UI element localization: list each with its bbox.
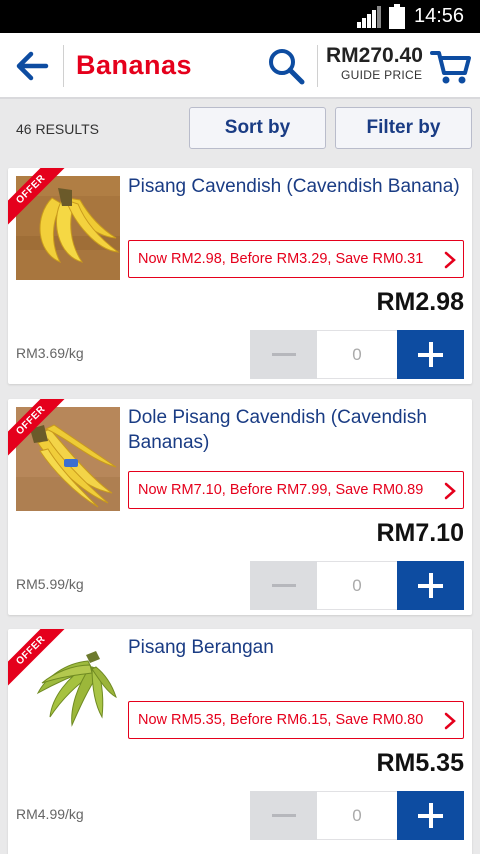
product-price: RM5.35 <box>376 749 464 777</box>
quantity-value[interactable]: 0 <box>317 561 397 610</box>
app-bar: Bananas RM270.40 GUIDE PRICE <box>0 33 480 99</box>
offer-text: Now RM5.35, Before RM6.15, Save RM0.80 <box>138 712 424 728</box>
offer-text: Now RM7.10, Before RM7.99, Save RM0.89 <box>138 482 424 498</box>
search-icon[interactable] <box>266 47 306 87</box>
divider <box>317 45 318 87</box>
offer-promotion[interactable]: Now RM2.98, Before RM3.29, Save RM0.31 <box>128 240 464 278</box>
guide-price-total[interactable]: RM270.40 <box>326 44 423 68</box>
unit-price: RM3.69/kg <box>16 345 84 361</box>
chevron-right-icon <box>444 712 456 730</box>
clock: 14:56 <box>414 5 465 27</box>
product-card[interactable]: OFFER Pisang Berangan Now RM5.35, Before… <box>8 629 472 854</box>
battery-icon <box>389 4 405 29</box>
sort-by-button[interactable]: Sort by <box>189 107 326 149</box>
unit-price: RM4.99/kg <box>16 806 84 822</box>
chevron-right-icon <box>444 251 456 269</box>
quantity-value[interactable]: 0 <box>317 330 397 379</box>
increase-quantity-button[interactable] <box>397 330 464 379</box>
quantity-value[interactable]: 0 <box>317 791 397 840</box>
decrease-quantity-button[interactable] <box>250 791 317 840</box>
status-bar: 14:56 <box>0 0 480 33</box>
minus-icon <box>272 353 296 356</box>
minus-icon <box>272 584 296 587</box>
results-toolbar: 46 RESULTS Sort by Filter by <box>0 99 480 158</box>
increase-quantity-button[interactable] <box>397 791 464 840</box>
product-name[interactable]: Dole Pisang Cavendish (Cavendish Bananas… <box>128 405 464 455</box>
offer-badge: OFFER <box>8 168 68 228</box>
offer-promotion[interactable]: Now RM5.35, Before RM6.15, Save RM0.80 <box>128 701 464 739</box>
product-card[interactable]: OFFER Pisang Cavendish (Cavendish Banana… <box>8 168 472 384</box>
offer-promotion[interactable]: Now RM7.10, Before RM7.99, Save RM0.89 <box>128 471 464 509</box>
back-arrow-icon[interactable] <box>12 47 52 85</box>
offer-badge: OFFER <box>8 629 68 689</box>
signal-icon <box>357 6 381 28</box>
quantity-stepper: 0 <box>250 561 464 610</box>
offer-text: Now RM2.98, Before RM3.29, Save RM0.31 <box>138 251 424 267</box>
product-card[interactable]: OFFER Dole Pisang Cavendish (Cavendish B… <box>8 399 472 615</box>
divider <box>63 45 64 87</box>
filter-by-button[interactable]: Filter by <box>335 107 472 149</box>
chevron-right-icon <box>444 482 456 500</box>
decrease-quantity-button[interactable] <box>250 561 317 610</box>
product-price: RM2.98 <box>376 288 464 316</box>
product-price: RM7.10 <box>376 519 464 547</box>
offer-badge: OFFER <box>8 399 68 459</box>
product-name[interactable]: Pisang Berangan <box>128 635 464 660</box>
minus-icon <box>272 814 296 817</box>
increase-quantity-button[interactable] <box>397 561 464 610</box>
product-name[interactable]: Pisang Cavendish (Cavendish Banana) <box>128 174 464 199</box>
cart-icon[interactable] <box>430 47 472 85</box>
quantity-stepper: 0 <box>250 330 464 379</box>
decrease-quantity-button[interactable] <box>250 330 317 379</box>
results-count: 46 RESULTS <box>16 121 99 137</box>
unit-price: RM5.99/kg <box>16 576 84 592</box>
page-title: Bananas <box>76 50 193 80</box>
guide-price-label: GUIDE PRICE <box>341 68 423 82</box>
quantity-stepper: 0 <box>250 791 464 840</box>
